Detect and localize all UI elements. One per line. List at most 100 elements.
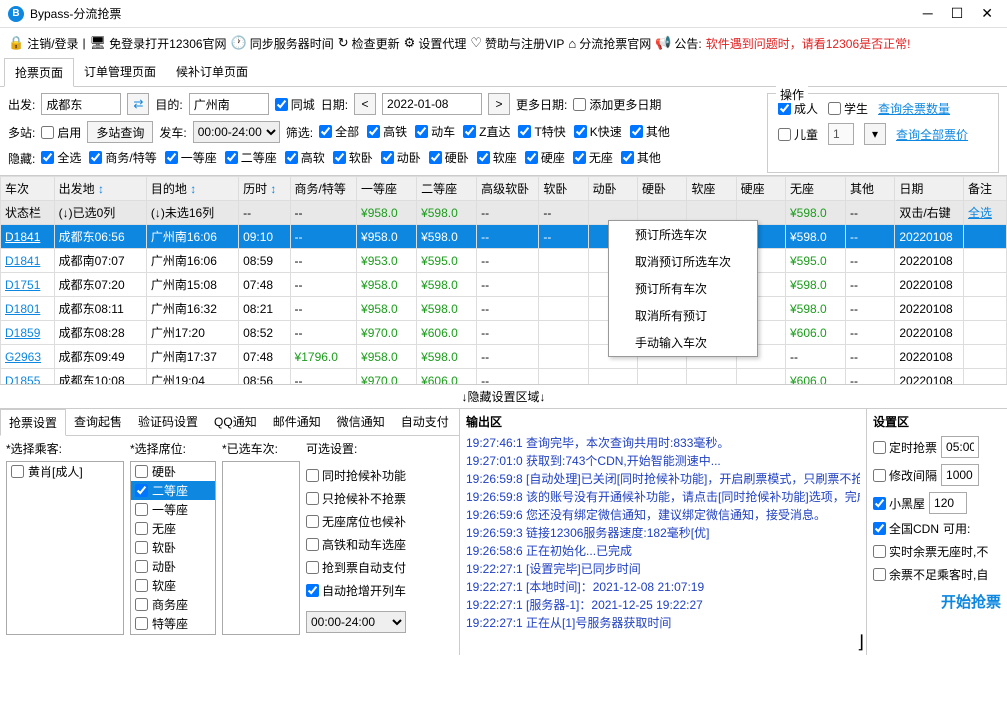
opt-5[interactable]: 自动抢增开列车 [306,582,406,599]
date-next-button[interactable]: > [488,93,510,115]
col-6[interactable]: 二等座 [417,177,477,201]
seat-item[interactable]: 硬卧 [131,462,215,481]
timed-input[interactable] [941,436,979,458]
col-5[interactable]: 一等座 [357,177,417,201]
query-remain-link[interactable]: 查询余票数量 [878,100,950,117]
col-16[interactable]: 备注 [963,177,1006,201]
hide-11[interactable]: 其他 [621,149,661,166]
seat-item[interactable]: 动卧 [131,557,215,576]
col-3[interactable]: 历时 ↕ [239,177,290,201]
start-button[interactable]: 开始抢票 [873,591,1001,612]
ctx-item-0[interactable]: 预订所选车次 [609,221,757,248]
hide-7[interactable]: 硬卧 [429,149,469,166]
swap-button[interactable]: ⇄ [127,93,149,115]
add-more-date-checkbox[interactable]: 添加更多日期 [573,96,661,113]
hide-9[interactable]: 硬座 [525,149,565,166]
ctx-item-4[interactable]: 手动输入车次 [609,329,757,356]
col-10[interactable]: 硬卧 [637,177,686,201]
hide-0[interactable]: 全选 [41,149,81,166]
hide-10[interactable]: 无座 [573,149,613,166]
seat-list[interactable]: 硬卧二等座一等座无座软卧动卧软座商务座特等座 [130,461,216,635]
seat-item[interactable]: 特等座 [131,614,215,633]
cdn-checkbox[interactable]: 全国CDN [873,520,939,537]
sub-tab-6[interactable]: 自动支付 [393,409,457,435]
check-update-button[interactable]: ↻检查更新 [338,35,400,52]
hide-2[interactable]: 一等座 [165,149,217,166]
main-tab-0[interactable]: 抢票页面 [4,58,74,87]
timed-checkbox[interactable]: 定时抢票 [873,439,937,456]
sub-tab-1[interactable]: 查询起售 [66,409,130,435]
hide-5[interactable]: 软卧 [333,149,373,166]
filter-3[interactable]: Z直达 [463,123,510,140]
filter-4[interactable]: T特快 [518,123,565,140]
table-row[interactable]: D1855成都东10:08广州19:0408:56--¥970.0¥606.0-… [1,369,1007,386]
date-prev-button[interactable]: < [354,93,376,115]
seat-item[interactable]: 商务座 [131,595,215,614]
hide-8[interactable]: 软座 [477,149,517,166]
opt-3[interactable]: 高铁和动车选座 [306,536,406,553]
open-12306-button[interactable]: 🖥免登录打开12306官网 [90,35,227,52]
col-8[interactable]: 软卧 [539,177,588,201]
col-9[interactable]: 动卧 [588,177,637,201]
realtime-checkbox[interactable]: 实时余票无座时,不 [873,543,988,560]
child-stepper[interactable]: ▾ [864,123,886,145]
blackroom-input[interactable] [929,492,967,514]
sub-tab-2[interactable]: 验证码设置 [130,409,206,435]
seat-item[interactable]: 一等座 [131,500,215,519]
sub-tab-4[interactable]: 邮件通知 [265,409,329,435]
col-7[interactable]: 高级软卧 [477,177,539,201]
maximize-button[interactable]: ☐ [951,5,964,22]
sub-tab-0[interactable]: 抢票设置 [0,409,66,436]
col-14[interactable]: 其他 [846,177,895,201]
set-proxy-button[interactable]: ⚙设置代理 [404,35,467,52]
minimize-button[interactable]: ─ [923,5,933,22]
main-tab-1[interactable]: 订单管理页面 [74,58,166,86]
table-row[interactable]: D1801成都东08:11广州南16:3208:21--¥958.0¥598.0… [1,297,1007,321]
noseat-checkbox[interactable]: 余票不足乘客时,自 [873,566,988,583]
col-11[interactable]: 软座 [687,177,736,201]
filter-6[interactable]: 其他 [630,123,670,140]
logout-button[interactable]: 🔒注销/登录 [8,35,79,52]
ctx-item-2[interactable]: 预订所有车次 [609,275,757,302]
dest-input[interactable] [189,93,269,115]
filter-2[interactable]: 动车 [415,123,455,140]
opt-2[interactable]: 无座席位也候补 [306,513,406,530]
query-price-link[interactable]: 查询全部票价 [896,126,968,143]
seat-item[interactable]: 无座 [131,519,215,538]
table-row[interactable]: G2963成都东09:49广州南17:3707:48¥1796.0¥958.0¥… [1,345,1007,369]
col-15[interactable]: 日期 [895,177,964,201]
table-row[interactable]: D1859成都东08:28广州17:2008:52--¥970.0¥606.0-… [1,321,1007,345]
sub-tab-3[interactable]: QQ通知 [206,409,265,435]
ctx-item-3[interactable]: 取消所有预订 [609,302,757,329]
sync-time-button[interactable]: 🕐同步服务器时间 [231,35,334,52]
close-button[interactable]: ✕ [981,5,993,22]
hide-6[interactable]: 动卧 [381,149,421,166]
col-2[interactable]: 目的地 ↕ [146,177,238,201]
hide-4[interactable]: 高软 [285,149,325,166]
multi-query-button[interactable]: 多站查询 [87,121,153,143]
opt-time-select[interactable]: 00:00-24:00 [306,611,406,633]
ctx-item-1[interactable]: 取消预订所选车次 [609,248,757,275]
child-count-input[interactable] [828,123,854,145]
opt-4[interactable]: 抢到票自动支付 [306,559,406,576]
opt-0[interactable]: 同时抢候补功能 [306,467,406,484]
table-row[interactable]: D1841成都南07:07广州南16:0608:59--¥953.0¥595.0… [1,249,1007,273]
interval-checkbox[interactable]: 修改间隔 [873,467,937,484]
date-input[interactable] [382,93,482,115]
student-checkbox[interactable]: 学生 [828,100,868,117]
filter-1[interactable]: 高铁 [367,123,407,140]
sponsor-button[interactable]: ♡赞助与注册VIP [470,35,564,52]
time-range-select[interactable]: 00:00-24:00 [193,121,280,143]
hide-settings-bar[interactable]: ↓隐藏设置区域↓ [0,385,1007,409]
filter-5[interactable]: K快速 [574,123,622,140]
hide-3[interactable]: 二等座 [225,149,277,166]
chosen-train-list[interactable] [222,461,300,635]
interval-input[interactable] [941,464,979,486]
col-13[interactable]: 无座 [785,177,845,201]
blackroom-checkbox[interactable]: 小黑屋 [873,495,925,512]
seat-item[interactable]: 软座 [131,576,215,595]
col-12[interactable]: 硬座 [736,177,785,201]
seat-item[interactable]: 软卧 [131,538,215,557]
col-4[interactable]: 商务/特等 [290,177,356,201]
main-tab-2[interactable]: 候补订单页面 [166,58,258,86]
